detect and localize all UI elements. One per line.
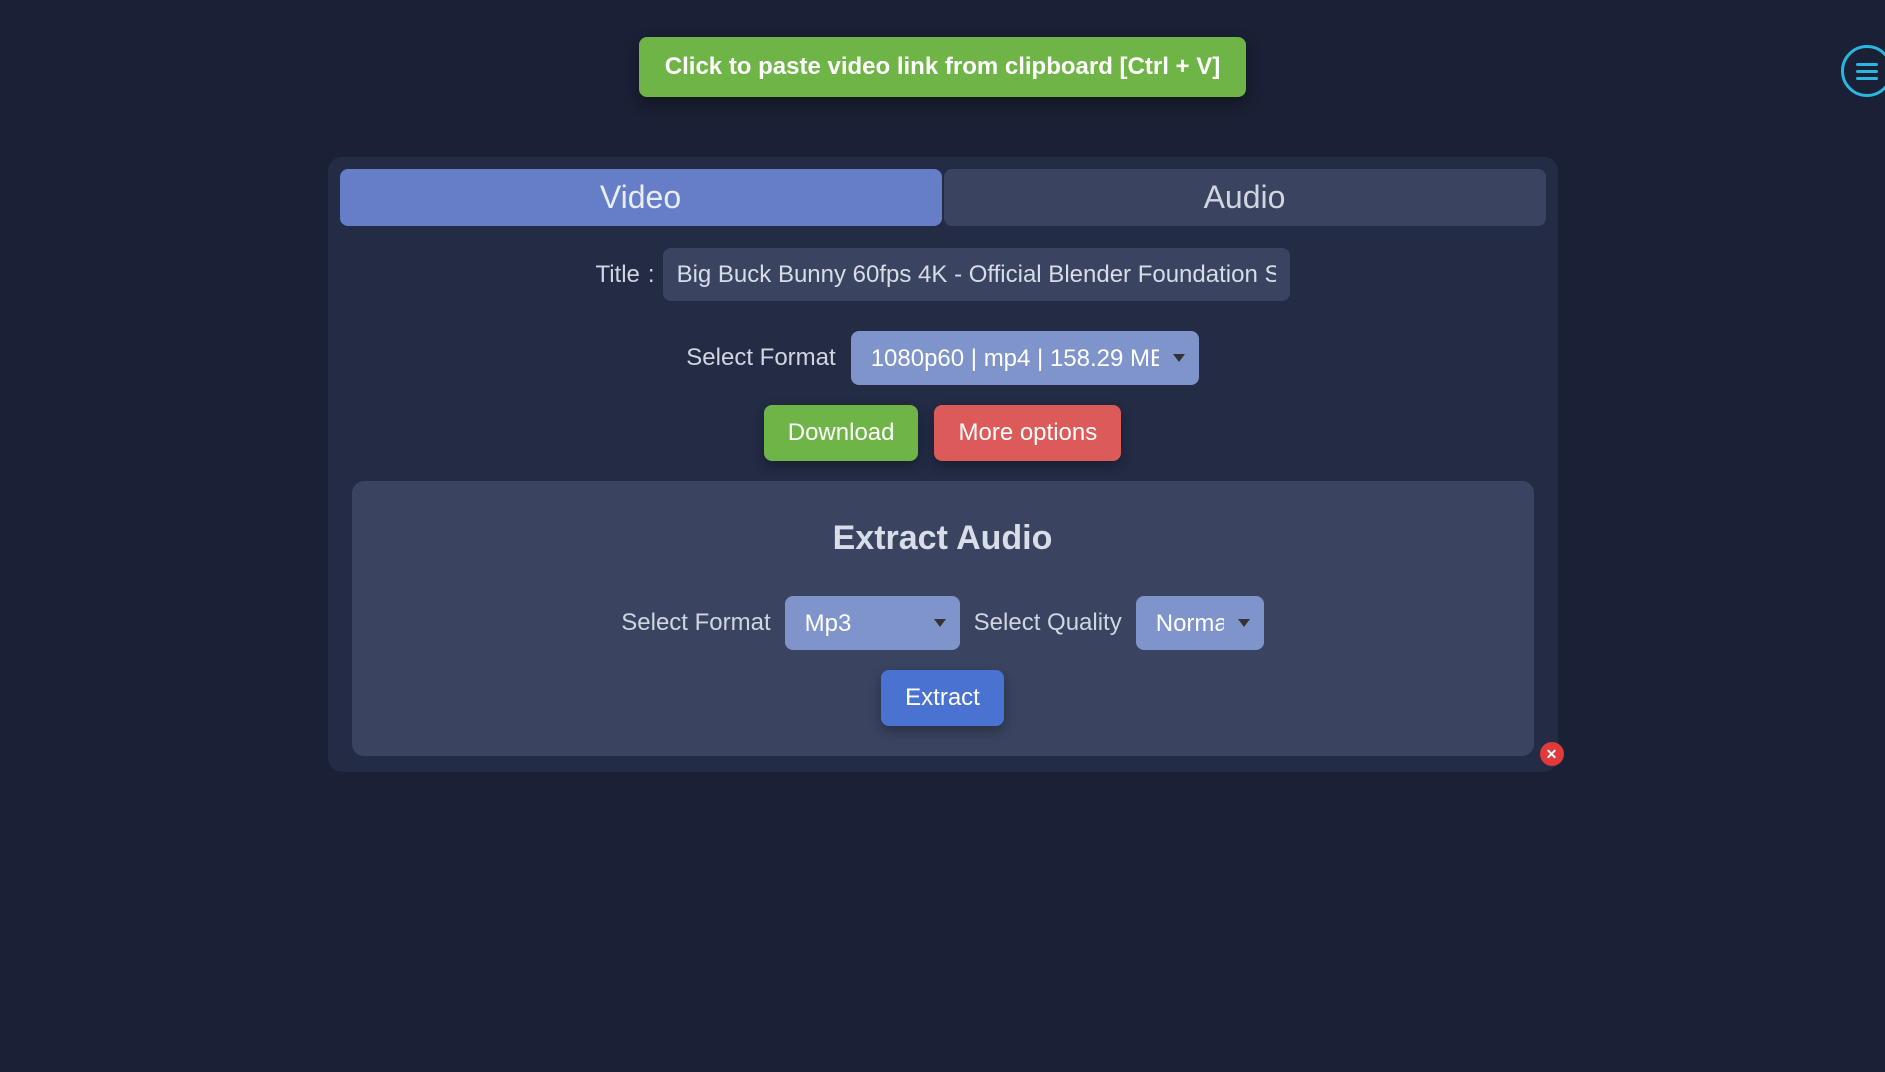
paste-clipboard-button[interactable]: Click to paste video link from clipboard…	[639, 37, 1246, 97]
video-format-label: Select Format	[686, 344, 835, 372]
extract-button[interactable]: Extract	[881, 670, 1004, 726]
video-format-select[interactable]: 1080p60 | mp4 | 158.29 MB	[851, 331, 1199, 385]
title-colon: :	[648, 261, 655, 289]
audio-quality-label: Select Quality	[974, 609, 1122, 637]
tab-audio[interactable]: Audio	[944, 169, 1546, 226]
main-card: Video Audio Title : Select Format 1080p6…	[328, 157, 1558, 772]
close-icon[interactable]: ✕	[1540, 742, 1564, 766]
extract-audio-heading: Extract Audio	[372, 519, 1514, 558]
audio-format-select[interactable]: Mp3	[785, 596, 960, 650]
action-row: Download More options	[340, 405, 1546, 461]
paste-button-container: Click to paste video link from clipboard…	[0, 37, 1885, 97]
title-row: Title :	[340, 248, 1546, 301]
audio-format-label: Select Format	[621, 609, 770, 637]
more-options-button[interactable]: More options	[934, 405, 1121, 461]
video-format-row: Select Format 1080p60 | mp4 | 158.29 MB	[340, 331, 1546, 385]
extract-audio-card: Extract Audio Select Format Mp3 Select Q…	[352, 481, 1534, 756]
tab-video[interactable]: Video	[340, 169, 942, 226]
menu-icon[interactable]	[1841, 45, 1885, 97]
title-input[interactable]	[663, 248, 1290, 301]
extract-row: Select Format Mp3 Select Quality Normal	[372, 596, 1514, 650]
tabs: Video Audio	[340, 169, 1546, 226]
download-button[interactable]: Download	[764, 405, 919, 461]
audio-quality-select[interactable]: Normal	[1136, 596, 1264, 650]
title-label: Title	[595, 261, 639, 289]
extract-button-row: Extract	[372, 670, 1514, 726]
